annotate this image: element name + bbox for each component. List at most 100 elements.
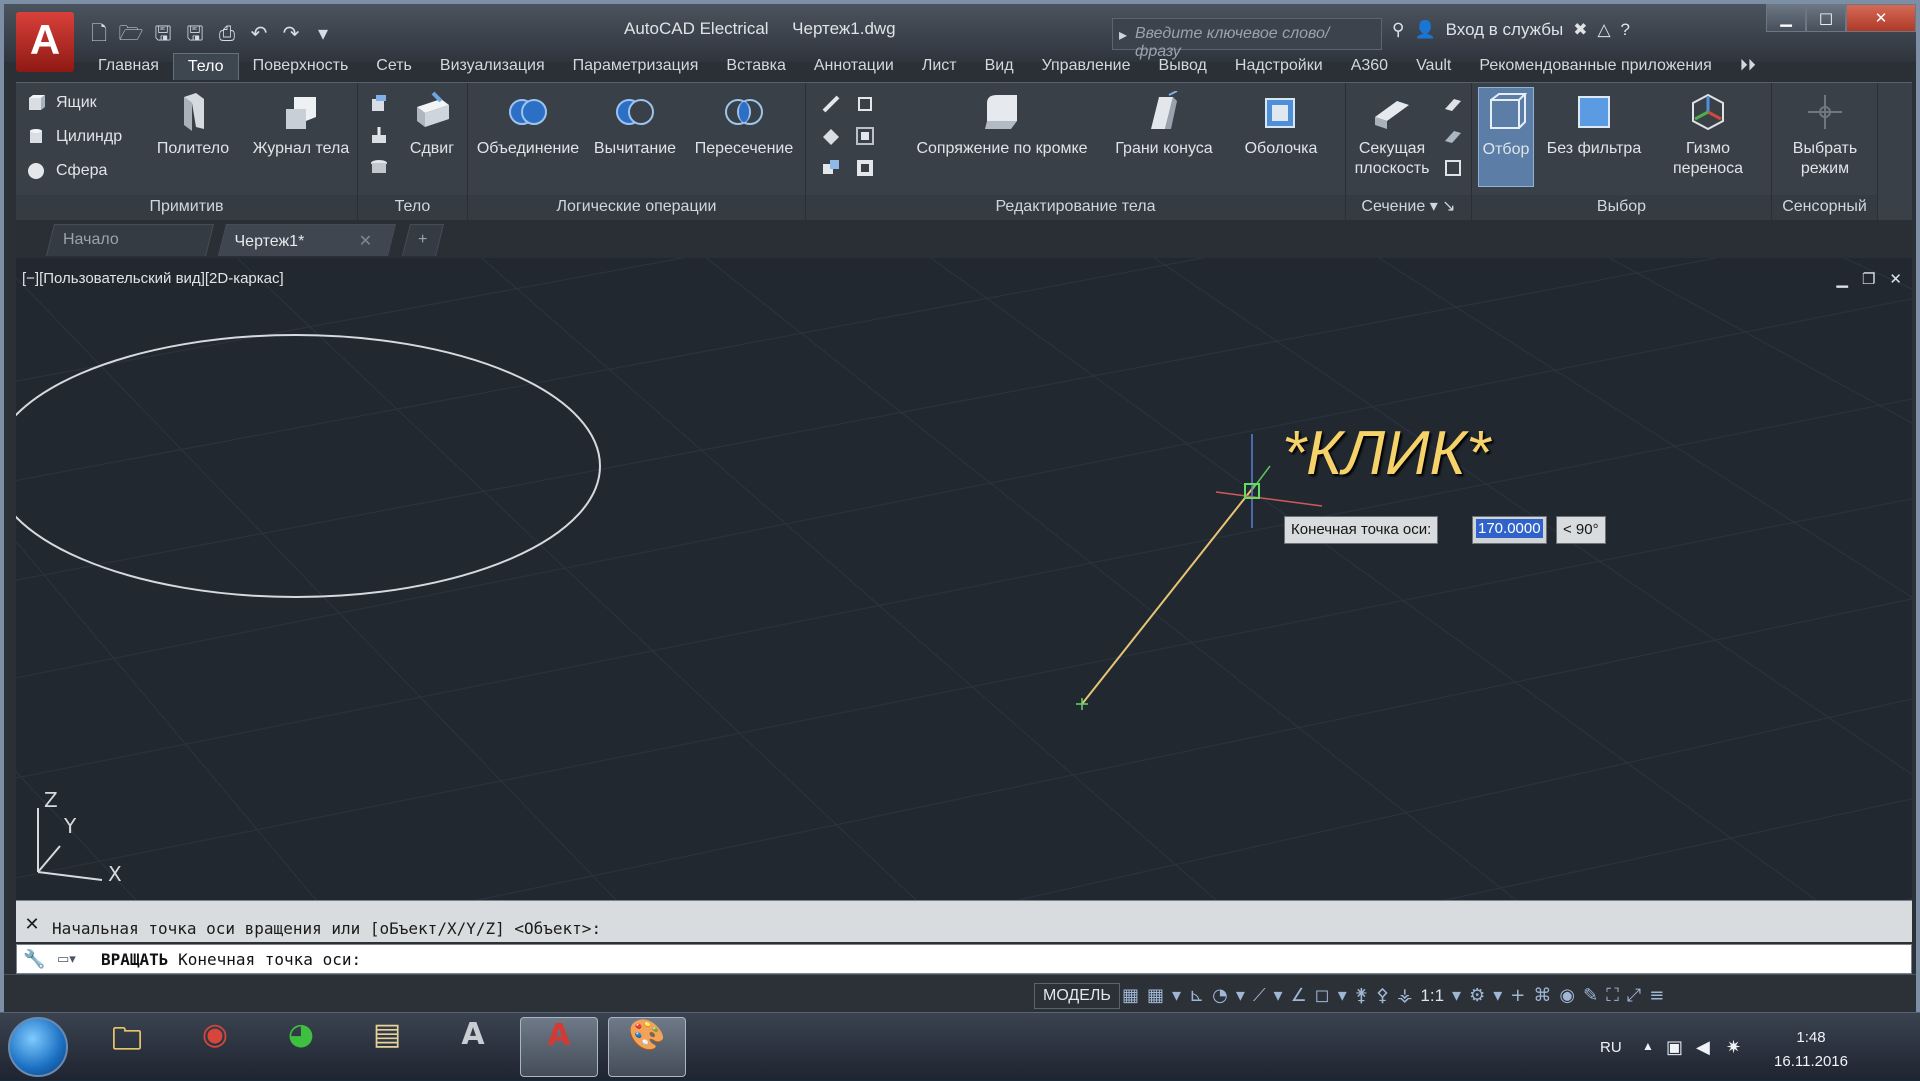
circle-ellipse[interactable] [16, 334, 601, 598]
autocad-2016-icon[interactable]: A [434, 1017, 512, 1077]
polar-icon[interactable]: ◔ [1212, 985, 1228, 1006]
solid-history-button[interactable]: Журнал тела [248, 87, 354, 159]
add-icon[interactable]: + [1510, 985, 1525, 1006]
annotation-scale[interactable]: 1:1 [1420, 986, 1444, 1006]
exchange-icon[interactable]: ✖ [1573, 20, 1587, 40]
command-line[interactable]: 🔧 ▭▾ ВРАЩАТЬ Конечная точка оси: [16, 944, 1912, 974]
start-button[interactable] [8, 1017, 68, 1077]
tab-a360[interactable]: A360 [1337, 53, 1402, 79]
tab-addins[interactable]: Надстройки [1221, 53, 1337, 79]
tab-vault[interactable]: Vault [1402, 53, 1465, 79]
minimize-button[interactable]: ▁ [1766, 4, 1806, 32]
annotation-scale-icon[interactable]: ⚶ [1397, 985, 1412, 1006]
polysolid-button[interactable]: Полите­ло [148, 87, 238, 159]
move-gizmo-button[interactable]: Гизмо переноса [1656, 87, 1760, 179]
shell-small-icon[interactable] [854, 157, 876, 179]
save-as-icon[interactable]: 🖫 [182, 20, 208, 46]
viewport-controls-label[interactable]: [−][Пользовательский вид][2D-каркас] [22, 270, 284, 287]
panel-label-solid-editing[interactable]: Редактирование тела [806, 195, 1345, 221]
new-tab-button[interactable]: + [402, 224, 444, 256]
intersect-button[interactable]: Пересечение [688, 87, 800, 159]
taper-faces-button[interactable]: Грани конуса [1106, 87, 1222, 159]
tab-annotate[interactable]: Аннотации [800, 53, 908, 79]
fillet-edge-button[interactable]: Сопряжение по кромке [902, 87, 1102, 159]
units-icon[interactable]: ⌘ [1533, 985, 1551, 1006]
object-snap-tracking-icon[interactable]: ∠ [1291, 985, 1307, 1006]
customization-menu-icon[interactable]: ≡ [1649, 985, 1664, 1006]
extrude-button[interactable]: Сдвиг [400, 87, 464, 159]
tab-insert[interactable]: Вставка [712, 53, 799, 79]
workspace-gear-icon[interactable]: ⚙ [1469, 985, 1485, 1006]
panel-label-primitives[interactable]: Примитив [16, 195, 357, 221]
object-snap-menu-icon[interactable]: ▾ [1338, 985, 1347, 1006]
extrude-small-icon[interactable] [368, 93, 390, 115]
union-button[interactable]: Объединение [474, 87, 582, 159]
viewport-minimize-icon[interactable]: ▁ [1836, 270, 1848, 288]
loft-small-icon[interactable] [368, 157, 390, 179]
isodraft-menu-icon[interactable]: ▾ [1274, 985, 1283, 1006]
dynamic-input-angle-field[interactable]: < 90° [1556, 516, 1606, 544]
close-button[interactable]: ✕ [1846, 4, 1916, 32]
panel-label-boolean[interactable]: Логические операции [468, 195, 805, 221]
model-space-button[interactable]: МОДЕЛЬ [1034, 983, 1120, 1009]
new-icon[interactable]: 🗋 [86, 20, 112, 46]
save-icon[interactable]: 🖫 [150, 20, 176, 46]
search-input[interactable]: Введите ключевое слово/фразу [1112, 18, 1382, 60]
tab-surface[interactable]: Поверхность [239, 53, 363, 79]
volume-icon[interactable]: ◀ [1696, 1037, 1710, 1058]
recent-commands-icon[interactable]: ▭▾ [57, 952, 87, 968]
extract-edges-icon[interactable] [854, 93, 876, 115]
cylinder-button[interactable]: Цилиндр [26, 127, 122, 147]
tray-overflow-icon[interactable]: ▲ [1642, 1039, 1654, 1053]
panel-label-solid[interactable]: Тело [358, 195, 467, 221]
interfere-icon[interactable] [820, 125, 842, 147]
network-icon[interactable]: ✷ [1726, 1037, 1741, 1058]
offset-edge-icon[interactable] [854, 125, 876, 147]
binoculars-icon[interactable]: ⚲ [1392, 20, 1404, 40]
qat-menu-icon[interactable]: ▾ [310, 20, 336, 46]
tab-solid[interactable]: Тело [172, 52, 239, 80]
help-icon[interactable]: ? [1621, 20, 1630, 40]
presspull-small-icon[interactable] [368, 125, 390, 147]
clock-date[interactable]: 16.11.2016 [1766, 1053, 1856, 1070]
no-filter-button[interactable]: Без фильтра [1542, 87, 1646, 159]
subtract-button[interactable]: Вычитание [588, 87, 682, 159]
tab-output[interactable]: Вывод [1145, 53, 1221, 79]
archive-icon[interactable]: ▤ [348, 1017, 426, 1077]
open-icon[interactable]: 🗁 [118, 20, 144, 46]
maximize-button[interactable]: □ [1806, 4, 1846, 32]
ortho-icon[interactable]: ⊾ [1189, 985, 1204, 1006]
language-indicator[interactable]: RU [1600, 1039, 1622, 1056]
box-button[interactable]: Ящик [26, 93, 97, 113]
viewport-restore-icon[interactable]: ❐ [1862, 270, 1875, 288]
drawing-viewport[interactable]: [−][Пользовательский вид][2D-каркас] ▁ ❐… [16, 258, 1912, 900]
tab-manage[interactable]: Управление [1028, 53, 1145, 79]
shell-button[interactable]: Оболочка [1226, 87, 1336, 159]
tray-app-icon[interactable]: ▣ [1666, 1037, 1683, 1058]
close-tab-icon[interactable]: ✕ [359, 231, 372, 251]
separate-icon[interactable] [820, 157, 842, 179]
snap-icon[interactable]: ▦ [1147, 985, 1164, 1006]
generate-section-icon[interactable] [1442, 157, 1464, 179]
autocad-electrical-icon[interactable]: A [520, 1017, 598, 1077]
grid-icon[interactable]: ▦ [1122, 985, 1139, 1006]
panel-label-touch[interactable]: Сенсорный [1772, 195, 1877, 221]
hardware-accel-icon[interactable]: ✎ [1583, 985, 1598, 1006]
tab-mesh[interactable]: Сеть [362, 53, 426, 79]
object-snap-icon[interactable]: ◻ [1315, 985, 1330, 1006]
snap-menu-icon[interactable]: ▾ [1172, 985, 1181, 1006]
select-mode-button[interactable]: Выбрать режим [1776, 87, 1874, 179]
tab-layout[interactable]: Лист [908, 53, 971, 79]
polar-menu-icon[interactable]: ▾ [1236, 985, 1245, 1006]
user-icon[interactable]: 👤 [1414, 20, 1435, 40]
customize-icon[interactable]: 🔧 [23, 949, 45, 970]
sphere-button[interactable]: Сфера [26, 161, 107, 181]
drawing-canvas[interactable] [16, 258, 1912, 900]
tab-home[interactable]: Главная [84, 53, 173, 79]
tab-featured-apps[interactable]: Рекомендованные приложения [1465, 53, 1725, 79]
annotation-visibility-icon[interactable]: ⚵ [1355, 985, 1368, 1006]
dynamic-input-distance-field[interactable]: 170.0000 [1472, 516, 1547, 544]
more-tabs-icon[interactable]: ⏵⏵ [1726, 53, 1770, 79]
live-section-icon[interactable] [1442, 93, 1464, 115]
app-logo-button[interactable]: A [16, 12, 74, 72]
